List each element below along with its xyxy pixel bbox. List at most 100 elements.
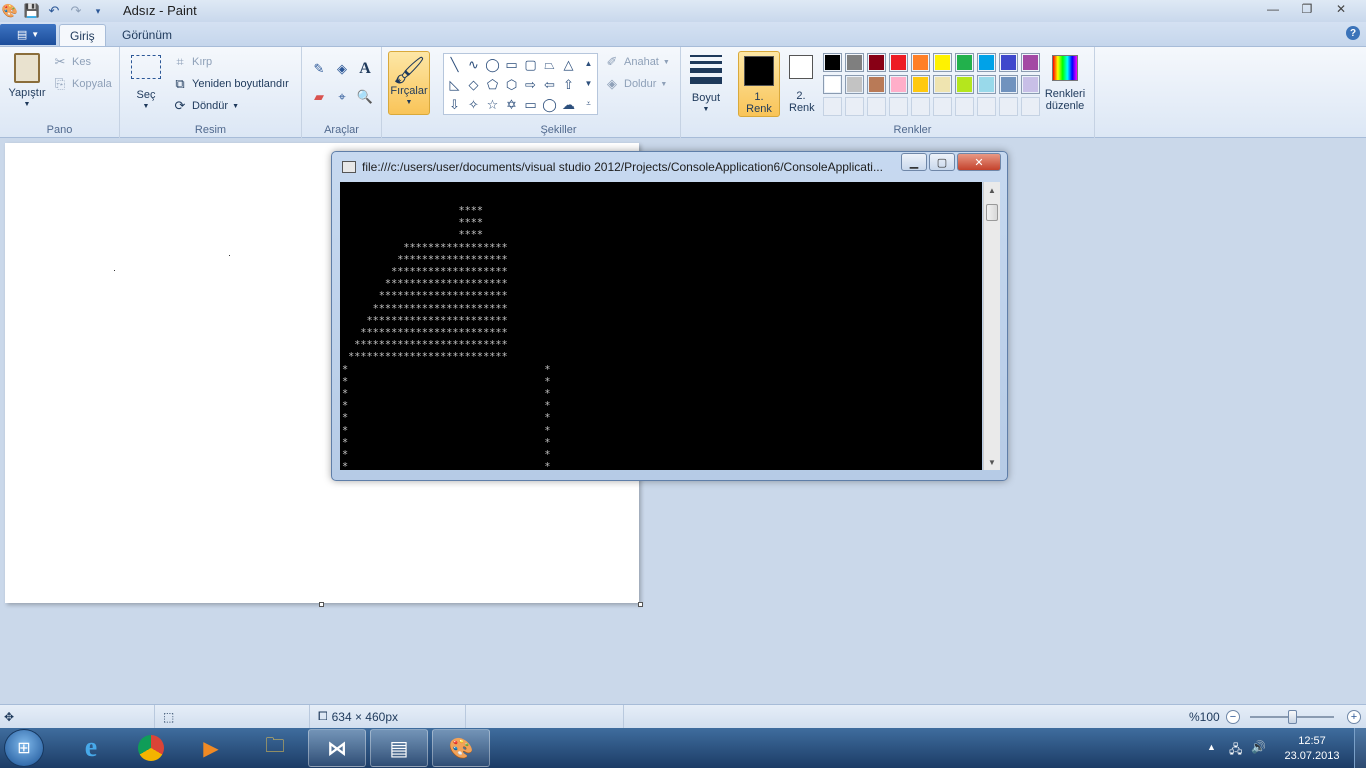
taskbar-internet-explorer[interactable]: e [62, 729, 120, 767]
curve-shape-icon[interactable]: ∿ [464, 55, 483, 74]
taskbar-console[interactable]: ▤ [370, 729, 428, 767]
palette-color-swatch[interactable] [911, 53, 930, 72]
palette-custom-slot[interactable] [889, 97, 908, 116]
show-desktop-button[interactable] [1354, 728, 1366, 768]
arrow-right-shape-icon[interactable]: ⇨ [521, 75, 540, 94]
gallery-scroll-down-icon[interactable]: ▼ [580, 74, 597, 93]
edit-colors-button[interactable]: Renkleri düzenle [1042, 55, 1088, 112]
palette-color-swatch[interactable] [845, 53, 864, 72]
volume-icon[interactable]: 🔊 [1251, 740, 1266, 754]
palette-color-swatch[interactable] [1021, 75, 1040, 94]
arrow-left-shape-icon[interactable]: ⇦ [540, 75, 559, 94]
star6-shape-icon[interactable]: ✡ [502, 95, 521, 114]
paste-button[interactable]: Yapıştır ▼ [6, 53, 48, 111]
palette-color-swatch[interactable] [889, 75, 908, 94]
palette-custom-slot[interactable] [933, 97, 952, 116]
close-button[interactable]: ✕ [1324, 0, 1358, 18]
oval-shape-icon[interactable]: ◯ [483, 55, 502, 74]
console-output[interactable]: **** **** **** ***************** *******… [340, 182, 982, 470]
resize-handle-corner[interactable] [638, 602, 643, 607]
palette-custom-slot[interactable] [1021, 97, 1040, 116]
customize-qat-icon[interactable]: ▾ [90, 3, 106, 19]
palette-color-swatch[interactable] [933, 53, 952, 72]
taskbar-paint[interactable]: 🎨 [432, 729, 490, 767]
palette-color-swatch[interactable] [911, 75, 930, 94]
color1-button[interactable]: 1. Renk [738, 51, 780, 117]
console-minimize-button[interactable]: ▁ [901, 153, 927, 171]
palette-color-swatch[interactable] [977, 53, 996, 72]
polygon-shape-icon[interactable]: ⏢ [540, 55, 559, 74]
palette-color-swatch[interactable] [1021, 53, 1040, 72]
star5-shape-icon[interactable]: ☆ [483, 95, 502, 114]
console-maximize-button[interactable]: ▢ [929, 153, 955, 171]
palette-custom-slot[interactable] [955, 97, 974, 116]
diamond-shape-icon[interactable]: ◇ [464, 75, 483, 94]
scroll-up-icon[interactable]: ▲ [984, 182, 1000, 198]
palette-color-swatch[interactable] [823, 75, 842, 94]
fill-bucket-icon[interactable]: ◈ [332, 59, 352, 79]
pencil-icon[interactable]: ✎ [309, 59, 329, 79]
palette-color-swatch[interactable] [867, 53, 886, 72]
palette-color-swatch[interactable] [955, 75, 974, 94]
palette-color-swatch[interactable] [845, 75, 864, 94]
tab-view[interactable]: Görünüm [112, 24, 182, 46]
outline-button[interactable]: ✐ Anahat ▼ [604, 54, 670, 70]
copy-button[interactable]: ⎘ Kopyala [52, 76, 112, 92]
rotate-button[interactable]: ⟳ Döndür ▼ [172, 98, 239, 114]
console-scrollbar[interactable]: ▲ ▼ [983, 182, 1000, 470]
select-button[interactable]: Seç ▼ [128, 55, 164, 113]
palette-color-swatch[interactable] [999, 53, 1018, 72]
palette-color-swatch[interactable] [999, 75, 1018, 94]
callout-cloud-shape-icon[interactable]: ☁ [559, 95, 578, 114]
console-close-button[interactable]: ✕ [957, 153, 1001, 171]
brushes-button[interactable]: 🖌 Fırçalar ▼ [388, 51, 430, 115]
zoom-out-button[interactable]: − [1226, 710, 1240, 724]
restore-button[interactable]: ❐ [1290, 0, 1324, 18]
palette-color-swatch[interactable] [977, 75, 996, 94]
line-shape-icon[interactable]: ╲ [445, 55, 464, 74]
size-button[interactable]: Boyut ▼ [687, 55, 725, 116]
palette-color-swatch[interactable] [889, 53, 908, 72]
star4-shape-icon[interactable]: ✧ [464, 95, 483, 114]
palette-custom-slot[interactable] [977, 97, 996, 116]
undo-icon[interactable]: ↶ [46, 3, 62, 19]
start-button[interactable]: ⊞ [4, 729, 44, 767]
palette-color-swatch[interactable] [823, 53, 842, 72]
taskbar-chrome[interactable] [122, 729, 180, 767]
taskbar-clock[interactable]: 12:57 23.07.2013 [1277, 734, 1347, 764]
taskbar-media-player[interactable]: ▶ [182, 729, 240, 767]
palette-custom-slot[interactable] [845, 97, 864, 116]
palette-color-swatch[interactable] [955, 53, 974, 72]
callout-oval-shape-icon[interactable]: ◯ [540, 95, 559, 114]
scroll-thumb[interactable] [986, 204, 998, 221]
paint-app-icon[interactable]: 🎨 [2, 3, 18, 19]
pentagon-shape-icon[interactable]: ⬠ [483, 75, 502, 94]
arrow-down-shape-icon[interactable]: ⇩ [445, 95, 464, 114]
arrow-up-shape-icon[interactable]: ⇧ [559, 75, 578, 94]
save-icon[interactable]: 💾 [24, 3, 40, 19]
help-icon[interactable]: ? [1346, 26, 1360, 40]
triangle-shape-icon[interactable]: △ [559, 55, 578, 74]
network-icon[interactable]: 🖧 [1229, 740, 1242, 761]
callout-rect-shape-icon[interactable]: ▭ [521, 95, 540, 114]
palette-custom-slot[interactable] [911, 97, 930, 116]
hexagon-shape-icon[interactable]: ⬡ [502, 75, 521, 94]
minimize-button[interactable]: — [1256, 0, 1290, 18]
paint-menu-button[interactable]: ▤ ▼ [0, 24, 56, 45]
palette-color-swatch[interactable] [933, 75, 952, 94]
taskbar-file-explorer[interactable]: 🗀 [246, 729, 304, 767]
console-window[interactable]: file:///c:/users/user/documents/visual s… [331, 151, 1008, 481]
palette-custom-slot[interactable] [999, 97, 1018, 116]
color-picker-icon[interactable]: ⌖ [332, 87, 352, 107]
crop-button[interactable]: ⌗ Kırp [172, 54, 212, 70]
palette-custom-slot[interactable] [823, 97, 842, 116]
magnifier-icon[interactable]: 🔍 [355, 87, 375, 107]
scroll-down-icon[interactable]: ▼ [984, 454, 1000, 470]
text-tool-icon[interactable]: A [355, 59, 375, 79]
palette-custom-slot[interactable] [867, 97, 886, 116]
zoom-in-button[interactable]: + [1347, 710, 1361, 724]
redo-icon[interactable]: ↷ [68, 3, 84, 19]
resize-button[interactable]: ⧉ Yeniden boyutlandır [172, 76, 289, 92]
gallery-expand-icon[interactable]: ⩡ [580, 94, 597, 113]
rectangle-shape-icon[interactable]: ▭ [502, 55, 521, 74]
